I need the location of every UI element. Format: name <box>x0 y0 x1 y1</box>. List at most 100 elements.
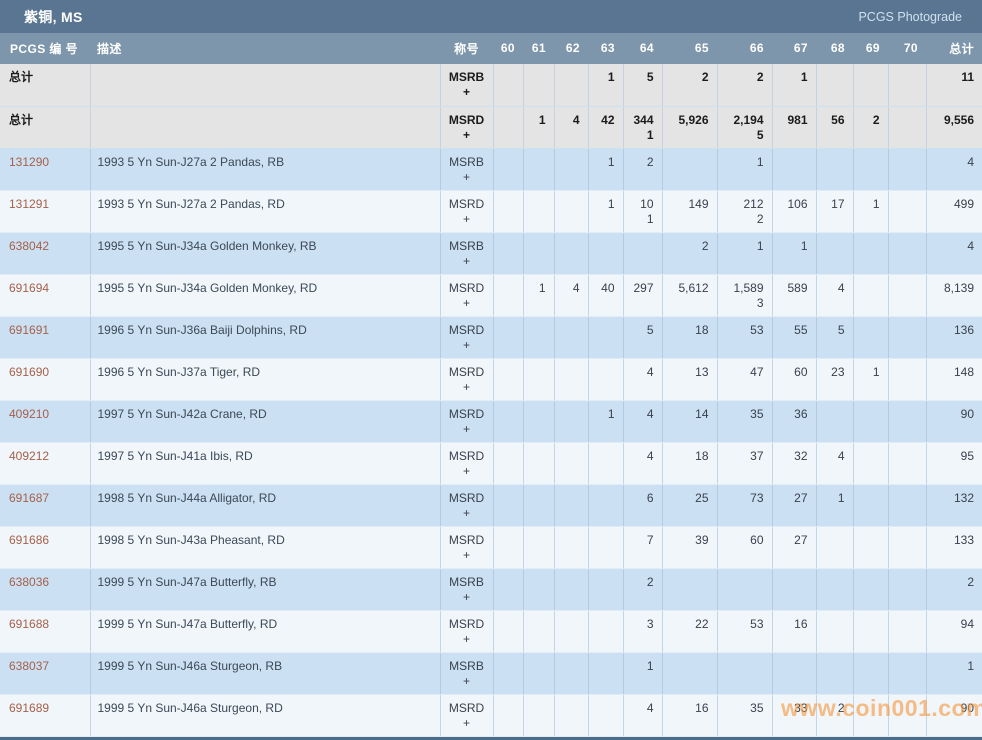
pcgs-number-cell: 638042 <box>0 232 90 274</box>
grade-67-cell <box>772 568 816 610</box>
grade-68-cell <box>816 568 853 610</box>
grade-count: 1 <box>524 281 546 296</box>
pcgs-number-link[interactable]: 691686 <box>9 533 49 547</box>
designation-plus: + <box>441 254 493 269</box>
grade-66-cell: 53 <box>717 316 772 358</box>
grade-62-cell <box>554 316 588 358</box>
grade-63-cell: 1 <box>588 64 623 106</box>
grade-67-cell: 1 <box>772 232 816 274</box>
grade-62-cell <box>554 526 588 568</box>
grade-64-cell: 101 <box>623 190 662 232</box>
grade-count: 4 <box>555 113 580 128</box>
column-header-65: 65 <box>662 33 717 64</box>
grade-67-cell: 55 <box>772 316 816 358</box>
title-bar: 紫铜, MS PCGS Photograde <box>0 0 982 33</box>
designation-cell: MSRB+ <box>440 64 493 106</box>
pcgs-number-link[interactable]: 691691 <box>9 323 49 337</box>
grade-62-cell <box>554 442 588 484</box>
pcgs-number-link[interactable]: 638036 <box>9 575 49 589</box>
table-row: 6380371999 5 Yn Sun-J46a Sturgeon, RBMSR… <box>0 652 982 694</box>
pcgs-number-link[interactable]: 409212 <box>9 449 49 463</box>
grade-69-cell <box>853 610 888 652</box>
grade-plus-count: 3 <box>718 296 764 311</box>
column-header-68: 68 <box>816 33 853 64</box>
grade-67-cell: 589 <box>772 274 816 316</box>
column-header-61: 61 <box>523 33 554 64</box>
grade-67-cell <box>772 148 816 190</box>
grade-63-cell <box>588 526 623 568</box>
designation-cell: MSRD+ <box>440 484 493 526</box>
grade-70-cell <box>888 190 926 232</box>
grade-count: 1 <box>854 365 880 380</box>
pcgs-number-link[interactable]: 131290 <box>9 155 49 169</box>
pcgs-number-cell: 691689 <box>0 694 90 736</box>
grade-64-cell: 2 <box>623 148 662 190</box>
pcgs-number-cell: 409212 <box>0 442 90 484</box>
grade-count: 56 <box>817 113 845 128</box>
grade-count: 13 <box>663 365 709 380</box>
designation-label: MSRB <box>441 659 493 674</box>
designation-plus: + <box>441 632 493 647</box>
coin-description <box>90 106 440 148</box>
grade-68-cell <box>816 400 853 442</box>
grade-68-cell <box>816 610 853 652</box>
grade-69-cell: 1 <box>853 190 888 232</box>
grade-count: 23 <box>817 365 845 380</box>
grade-66-cell: 1,5893 <box>717 274 772 316</box>
designation-label: MSRD <box>441 197 493 212</box>
grade-69-cell <box>853 316 888 358</box>
grade-count: 18 <box>663 323 709 338</box>
grade-63-cell: 1 <box>588 148 623 190</box>
pcgs-number-link[interactable]: 131291 <box>9 197 49 211</box>
pcgs-number-link[interactable]: 638037 <box>9 659 49 673</box>
grade-65-cell: 18 <box>662 442 717 484</box>
grade-count: 17 <box>817 197 845 212</box>
grade-count: 344 <box>624 113 654 128</box>
pcgs-number-link[interactable]: 409210 <box>9 407 49 421</box>
pcgs-number-cell: 691691 <box>0 316 90 358</box>
grade-count: 4 <box>817 281 845 296</box>
designation-cell: MSRD+ <box>440 106 493 148</box>
grade-66-cell <box>717 652 772 694</box>
pcgs-number-link[interactable]: 691687 <box>9 491 49 505</box>
pcgs-number-link[interactable]: 691690 <box>9 365 49 379</box>
pcgs-number-link[interactable]: 691689 <box>9 701 49 715</box>
grade-65-cell: 2 <box>662 232 717 274</box>
grade-69-cell <box>853 484 888 526</box>
pcgs-number-link[interactable]: 691694 <box>9 281 49 295</box>
grade-count: 3 <box>624 617 654 632</box>
grade-66-cell: 37 <box>717 442 772 484</box>
designation-plus: + <box>441 548 493 563</box>
designation-cell: MSRD+ <box>440 358 493 400</box>
coin-description: 1996 5 Yn Sun-J37a Tiger, RD <box>90 358 440 400</box>
grade-count: 1 <box>589 407 615 422</box>
grade-count: 27 <box>773 533 808 548</box>
page-title: 紫铜, MS <box>24 7 83 27</box>
row-total-cell: 499 <box>926 190 982 232</box>
grade-63-cell <box>588 694 623 736</box>
grade-64-cell: 297 <box>623 274 662 316</box>
coin-description: 1995 5 Yn Sun-J34a Golden Monkey, RD <box>90 274 440 316</box>
grade-63-cell: 1 <box>588 190 623 232</box>
designation-cell: MSRB+ <box>440 148 493 190</box>
grade-count: 1 <box>718 239 764 254</box>
grade-62-cell <box>554 610 588 652</box>
photograde-link[interactable]: PCGS Photograde <box>858 10 962 24</box>
grade-66-cell: 1 <box>717 232 772 274</box>
grade-60-cell <box>493 358 523 400</box>
grade-count: 4 <box>624 701 654 716</box>
pcgs-number-link[interactable]: 638042 <box>9 239 49 253</box>
grade-count: 22 <box>663 617 709 632</box>
designation-plus: + <box>441 716 493 731</box>
grade-60-cell <box>493 652 523 694</box>
coin-description: 1995 5 Yn Sun-J34a Golden Monkey, RB <box>90 232 440 274</box>
grade-62-cell <box>554 148 588 190</box>
grade-68-cell: 2 <box>816 694 853 736</box>
pcgs-number-link[interactable]: 691688 <box>9 617 49 631</box>
grade-count: 2 <box>817 701 845 716</box>
grade-63-cell <box>588 442 623 484</box>
designation-cell: MSRD+ <box>440 274 493 316</box>
grade-count: 589 <box>773 281 808 296</box>
table-row: 6916911996 5 Yn Sun-J36a Baiji Dolphins,… <box>0 316 982 358</box>
pcgs-number-cell: 638036 <box>0 568 90 610</box>
